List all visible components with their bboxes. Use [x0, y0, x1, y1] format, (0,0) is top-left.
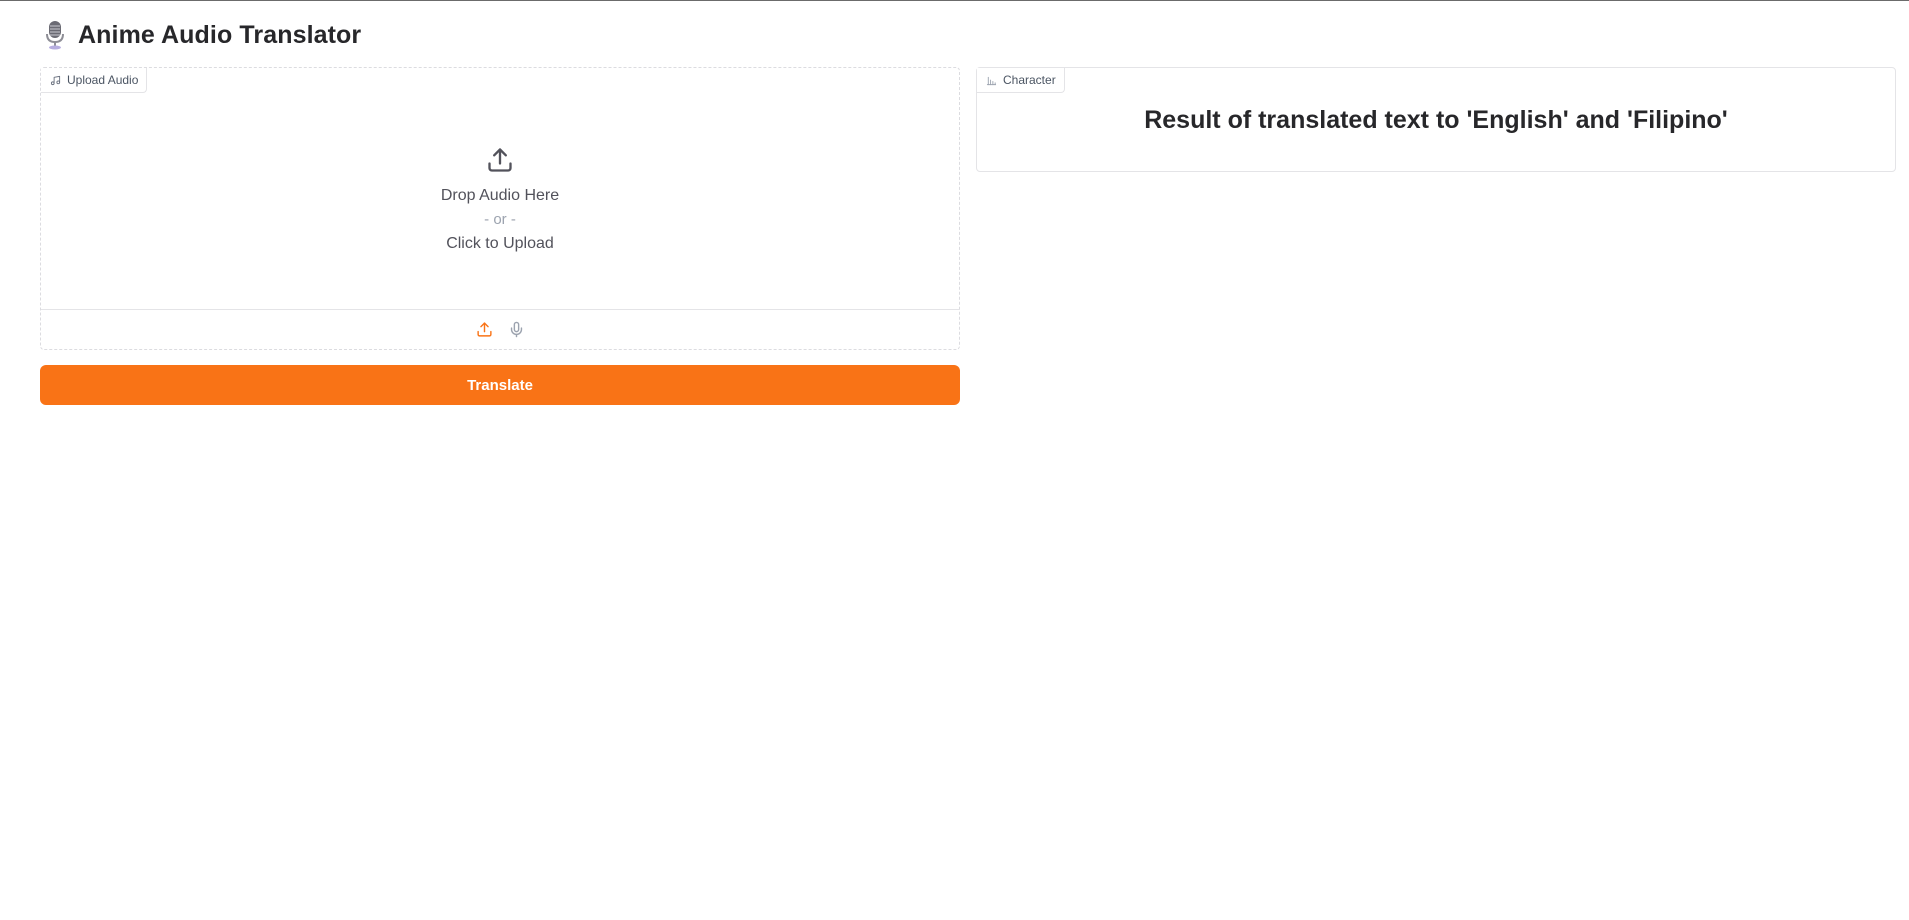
upload-icon: [476, 322, 492, 337]
upload-audio-panel: Upload Audio Drop Audio Here - or - Clic…: [40, 67, 960, 350]
click-to-upload-text: Click to Upload: [446, 235, 554, 252]
or-divider-text: - or -: [484, 211, 516, 228]
character-panel: Character Result of translated text to '…: [976, 67, 1896, 172]
upload-audio-label-text: Upload Audio: [67, 73, 139, 87]
microphone-source-button[interactable]: [506, 320, 526, 340]
bar-chart-icon: [986, 76, 997, 85]
app-title: Anime Audio Translator: [78, 20, 362, 49]
upload-icon: [488, 148, 512, 172]
microphone-icon: [510, 321, 522, 338]
audio-drop-zone[interactable]: Drop Audio Here - or - Click to Upload: [41, 93, 959, 309]
app-header: Anime Audio Translator: [44, 18, 361, 52]
microphone-emoji-icon: [46, 21, 64, 50]
window-top-border: [0, 0, 1909, 1]
translate-button[interactable]: Translate: [40, 365, 960, 405]
character-label-text: Character: [1003, 73, 1056, 87]
audio-source-selector: [41, 309, 959, 349]
upload-audio-label: Upload Audio: [41, 68, 148, 93]
music-note-icon: [50, 75, 61, 85]
translation-result-text: Result of translated text to 'English' a…: [1144, 106, 1728, 134]
drop-audio-text: Drop Audio Here: [440, 187, 560, 204]
character-label: Character: [977, 68, 1065, 93]
upload-source-button[interactable]: [474, 320, 494, 340]
